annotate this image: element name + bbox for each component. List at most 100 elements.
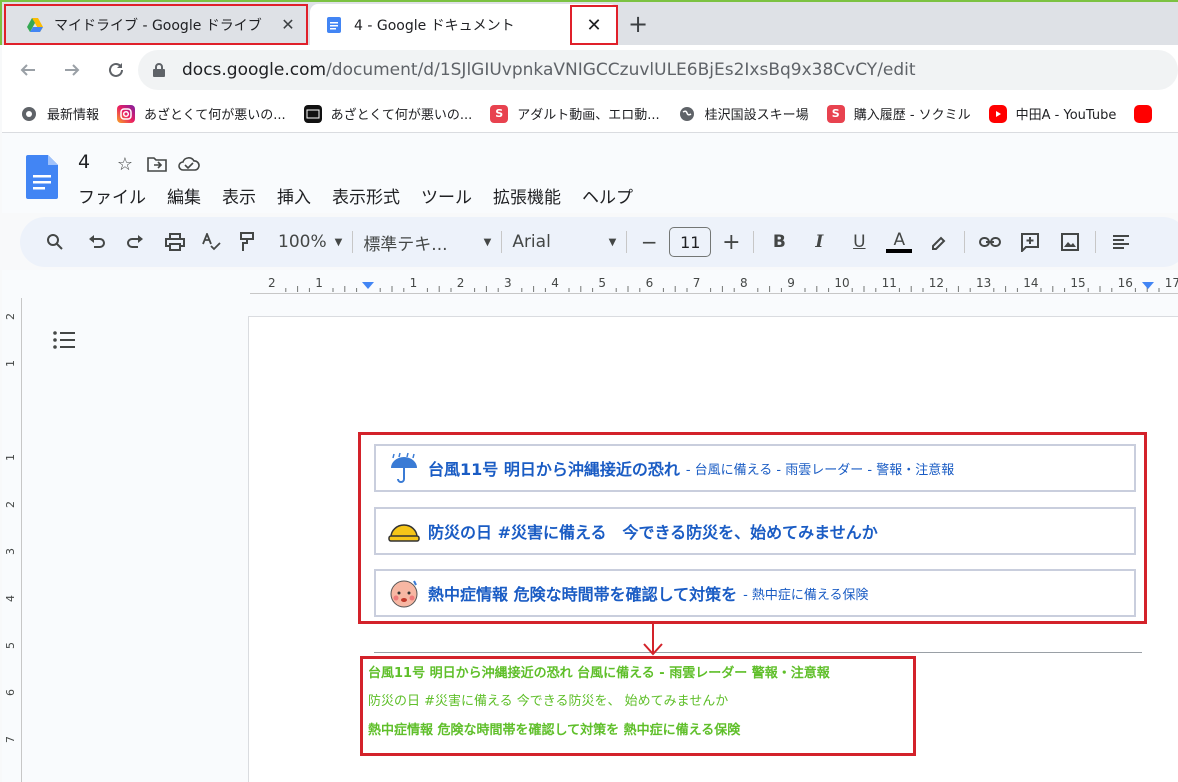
bookmark-item[interactable]: あざとくて何が悪いの... [303, 104, 472, 123]
menu-help[interactable]: ヘルプ [582, 183, 633, 208]
ruler-label: 3 [4, 548, 17, 555]
bookmark-item[interactable]: 桂沢国設スキー場 [678, 104, 809, 123]
ruler-label: 1 [315, 276, 323, 290]
umbrella-rain-icon [388, 452, 420, 484]
bookmark-item[interactable]: 中田A - YouTube [988, 104, 1116, 123]
highlight-pen-icon[interactable] [924, 228, 954, 256]
docs-header: 4 ☆ ファイル 編集 表示 挿入 表示形式 ツール 拡張機能 ヘルプ [2, 133, 1178, 213]
tv-icon [303, 104, 322, 123]
print-icon[interactable] [160, 228, 190, 256]
globe-icon [678, 105, 696, 123]
vertical-ruler[interactable]: 2 1 1 2 3 4 5 6 7 [2, 298, 22, 782]
menu-view[interactable]: 表示 [222, 183, 256, 208]
close-tab-button[interactable]: ✕ [570, 5, 618, 45]
google-drive-icon [26, 16, 44, 34]
card-subtext: - 台風に備える - 雨雲レーダー - 警報・注意報 [685, 462, 955, 478]
ruler-label: 1 [409, 276, 418, 290]
navigation-bar: docs.google.com/document/d/1SJlGIUvpnkaV… [2, 45, 1178, 95]
menu-edit[interactable]: 編集 [167, 183, 201, 208]
undo-icon[interactable] [82, 228, 112, 256]
hot-face-icon [388, 577, 420, 609]
news-card-typhoon[interactable]: 台風11号 明日から沖縄接近の恐れ - 台風に備える - 雨雲レーダー - 警報… [374, 444, 1136, 492]
bookmark-label: 購入履歴 - ソクミル [853, 108, 971, 123]
italic-button[interactable]: I [804, 228, 834, 256]
divider [964, 231, 966, 253]
underline-button[interactable]: U [844, 228, 874, 256]
move-folder-icon[interactable] [146, 153, 168, 175]
redo-icon[interactable] [120, 228, 150, 256]
bookmark-item[interactable]: あざとくて何が悪いの... [117, 104, 286, 123]
new-tab-button[interactable]: + [624, 10, 652, 38]
card-headline: 台風11号 明日から沖縄接近の恐れ [428, 460, 680, 479]
tab-google-drive[interactable]: マイドライブ - Google ドライブ ✕ [4, 4, 308, 45]
menu-format[interactable]: 表示形式 [332, 183, 400, 208]
add-comment-icon[interactable] [1015, 228, 1045, 256]
horizontal-ruler[interactable]: 2 1 1 2 3 4 5 6 7 8 9 10 11 12 13 14 15 16 17 [250, 274, 1178, 294]
card-headline: 防災の日 #災害に備える 今できる防災を、始めてみませんか [428, 523, 878, 542]
ruler-label: 4 [4, 595, 17, 602]
divider [753, 231, 755, 253]
menu-extensions[interactable]: 拡張機能 [493, 183, 561, 208]
menu-insert[interactable]: 挿入 [277, 183, 311, 208]
s-icon: S [826, 104, 845, 123]
zoom-value: 100% [278, 232, 327, 252]
ruler-label: 1 [4, 454, 17, 461]
ruler-label: 3 [504, 276, 512, 290]
font-size-input[interactable]: 11 [669, 227, 712, 257]
ruler-label: 2 [268, 276, 276, 290]
font-dropdown[interactable]: Arial ▼ [512, 228, 616, 256]
cloud-saved-icon[interactable] [178, 153, 200, 175]
address-bar[interactable]: docs.google.com/document/d/1SJlGIUvpnkaV… [138, 50, 1178, 90]
ruler-label: 4 [551, 276, 559, 290]
menu-file[interactable]: ファイル [78, 183, 146, 208]
bold-button[interactable]: B [764, 228, 794, 256]
card-headline: 熱中症情報 危険な時間帯を確認して対策を [428, 585, 738, 604]
reload-button[interactable] [98, 52, 134, 88]
url-host: docs.google.com [182, 60, 327, 80]
paint-format-icon[interactable] [232, 228, 262, 256]
card-subtext: - 熱中症に備える保険 [743, 587, 869, 603]
bookmark-item[interactable]: S アダルト動画、エロ動... [490, 104, 660, 123]
ruler-label: 7 [692, 276, 701, 290]
ruler-label: 2 [4, 313, 17, 320]
chrome-icon [20, 105, 38, 123]
ruler-label: 6 [4, 689, 17, 696]
decrease-font-size-button[interactable]: − [637, 228, 661, 256]
plain-text-line: 防災の日 #災害に備える 今できる防災を、 始めてみませんか [368, 694, 729, 709]
format-toolbar: 100% ▼ 標準テキ... ▼ Arial ▼ − 11 + B I U A [20, 217, 1178, 267]
text-color-button[interactable]: A [884, 228, 914, 256]
divider [501, 231, 503, 253]
align-left-icon[interactable] [1106, 228, 1136, 256]
insert-link-icon[interactable] [975, 228, 1005, 256]
document-outline-icon[interactable] [52, 330, 76, 350]
bookmark-item-overflow[interactable] [1134, 104, 1161, 123]
menu-tools[interactable]: ツール [421, 183, 472, 208]
news-card-heatstroke[interactable]: 熱中症情報 危険な時間帯を確認して対策を - 熱中症に備える保険 [374, 569, 1136, 617]
instagram-icon [117, 104, 136, 123]
bookmark-item[interactable]: S 購入履歴 - ソクミル [826, 104, 971, 123]
zoom-dropdown[interactable]: 100% ▼ [278, 228, 342, 256]
forward-button[interactable] [54, 52, 90, 88]
insert-image-icon[interactable] [1055, 228, 1085, 256]
ruler-label: 5 [4, 642, 17, 649]
caret-down-icon: ▼ [483, 236, 492, 248]
divider [1095, 231, 1097, 253]
close-icon[interactable]: ✕ [278, 15, 298, 35]
increase-font-size-button[interactable]: + [719, 228, 743, 256]
menu-bar: ファイル 編集 表示 挿入 表示形式 ツール 拡張機能 ヘルプ [78, 183, 654, 208]
lock-icon [152, 62, 168, 78]
ruler-label: 9 [787, 276, 795, 290]
spellcheck-icon[interactable] [196, 228, 226, 256]
star-icon[interactable]: ☆ [114, 153, 136, 175]
news-card-disaster[interactable]: 防災の日 #災害に備える 今できる防災を、始めてみませんか [374, 507, 1136, 555]
paragraph-style-dropdown[interactable]: 標準テキ... ▼ [363, 228, 491, 256]
search-icon[interactable] [40, 228, 70, 256]
ruler-label: 2 [456, 276, 465, 290]
document-title[interactable]: 4 [78, 151, 90, 173]
google-docs-logo-icon[interactable] [26, 155, 58, 199]
youtube-icon [988, 104, 1007, 123]
tab-strip: マイドライブ - Google ドライブ ✕ 4 - Google ドキュメント… [0, 0, 1178, 45]
bookmark-item[interactable]: 最新情報 [20, 104, 99, 123]
back-button[interactable] [10, 52, 46, 88]
bookmark-label: 桂沢国設スキー場 [704, 108, 809, 123]
